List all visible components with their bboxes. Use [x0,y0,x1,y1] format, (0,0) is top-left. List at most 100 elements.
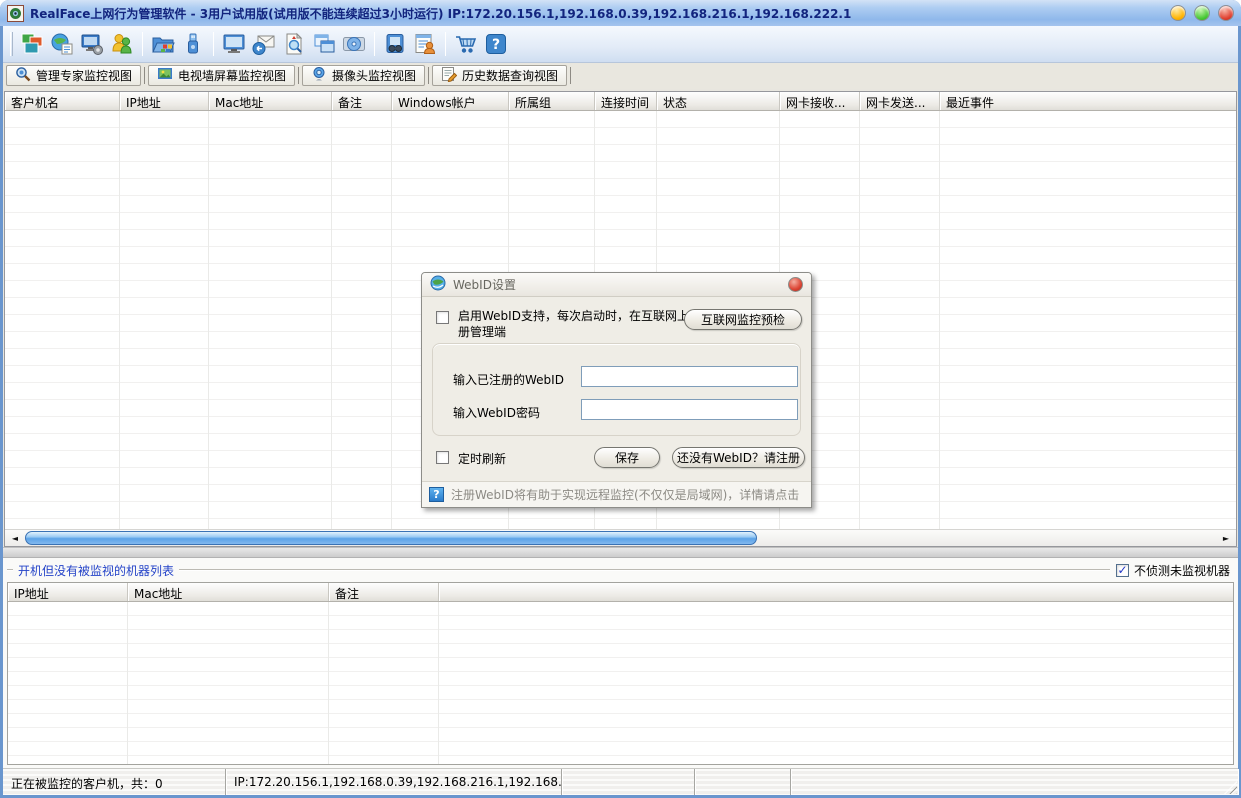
cd-drive-icon[interactable] [339,30,369,58]
splitter[interactable] [3,547,1238,558]
history-query-icon [441,66,457,85]
column-header-recent-event[interactable]: 最近事件 [940,92,1236,110]
scrollbar-thumb[interactable] [25,531,757,545]
tab-bar: 管理专家监控视图 电视墙屏幕监控视图 摄像头监控视图 历史数据查询视图 [3,63,1238,89]
timed-refresh-checkbox[interactable] [436,451,449,464]
toolbar-separator [374,32,375,56]
dialog-titlebar[interactable]: WebID设置 [422,273,811,297]
dialog-close-button[interactable] [788,277,803,292]
scroll-left-arrow-icon[interactable]: ◄ [7,530,23,546]
users-icon[interactable] [107,30,137,58]
column-header-ip[interactable]: IP地址 [8,583,128,601]
tab-expert-monitor-view[interactable]: 管理专家监控视图 [6,65,141,86]
unmonitored-machines-panel: 开机但没有被监视的机器列表 ✓ 不侦测未监视机器 IP地址 Mac地址 备注 [3,558,1238,768]
layered-windows-icon[interactable] [17,30,47,58]
maximize-button[interactable] [1194,5,1210,21]
dialog-info-strip: ? 注册WebID将有助于实现远程监控(不仅仅是局域网)，详情请点击 [422,481,811,507]
column-header-empty[interactable] [439,583,1233,601]
status-bar: 正在被监控的客户机，共：0 IP:172.20.156.1,192.168.0.… [3,768,1238,795]
webid-input-label: 输入已注册的WebID [453,371,564,388]
tab-separator [570,67,571,84]
unmonitored-machines-table: IP地址 Mac地址 备注 [7,582,1234,765]
tab-separator [428,67,429,84]
save-button[interactable]: 保存 [594,447,660,468]
column-header-mac[interactable]: Mac地址 [128,583,329,601]
tv-wall-icon [157,66,173,85]
column-header-ip[interactable]: IP地址 [120,92,209,110]
column-header-status[interactable]: 状态 [657,92,780,110]
search-doc-icon[interactable] [279,30,309,58]
table-header-row: 客户机名 IP地址 Mac地址 备注 Windows帐户 所属组 连接时间 状态… [5,92,1236,111]
svg-text:?: ? [492,37,500,53]
webid-input[interactable] [581,366,798,387]
toolbar-separator [142,32,143,56]
tab-label: 电视墙屏幕监控视图 [178,67,286,84]
toolbar-separator [213,32,214,56]
mail-reply-icon[interactable] [249,30,279,58]
enable-webid-checkbox[interactable] [436,311,449,324]
hide-unmonitored-checkbox-row: ✓ 不侦测未监视机器 [1116,562,1230,579]
checkmark-icon: ✓ [1117,565,1127,576]
status-monitored-count: 正在被监控的客户机，共：0 [3,769,226,795]
toolbar: ? [3,26,1238,63]
status-panel [791,769,1238,795]
close-button[interactable] [1218,5,1234,21]
globe-icon [430,275,446,294]
tab-separator [144,67,145,84]
tab-label: 历史数据查询视图 [462,67,558,84]
toolbar-separator [445,32,446,56]
hide-unmonitored-label: 不侦测未监视机器 [1134,562,1230,579]
contacts-book-icon[interactable] [380,30,410,58]
internet-precheck-button[interactable]: 互联网监控预检 [684,309,802,330]
scroll-right-arrow-icon[interactable]: ► [1218,530,1234,546]
camera-icon [311,66,327,85]
hide-unmonitored-checkbox[interactable]: ✓ [1116,564,1129,577]
column-header-client-name[interactable]: 客户机名 [5,92,120,110]
usb-key-icon[interactable] [178,30,208,58]
tab-history-query-view[interactable]: 历史数据查询视图 [432,65,567,86]
app-window: RealFace上网行为管理软件 - 3用户试用版(试用版不能连续超过3小时运行… [0,0,1241,798]
status-panel [695,769,791,795]
titlebar[interactable]: RealFace上网行为管理软件 - 3用户试用版(试用版不能连续超过3小时运行… [0,0,1241,26]
tab-separator [298,67,299,84]
minimize-button[interactable] [1170,5,1186,21]
tab-tv-wall-view[interactable]: 电视墙屏幕监控视图 [148,65,295,86]
status-ip-list: IP:172.20.156.1,192.168.0.39,192.168.216… [226,769,562,795]
user-list-icon[interactable] [410,30,440,58]
timed-refresh-label: 定时刷新 [458,450,506,467]
app-icon [7,5,24,22]
column-header-mac[interactable]: Mac地址 [209,92,332,110]
webid-password-input[interactable] [581,399,798,420]
enable-webid-label: 启用WebID支持，每次启动时，在互联网上注册管理端 [458,308,706,340]
column-header-remark[interactable]: 备注 [332,92,392,110]
table-header-row: IP地址 Mac地址 备注 [8,583,1233,602]
monitor-icon[interactable] [219,30,249,58]
tab-label: 管理专家监控视图 [36,67,132,84]
tab-camera-view[interactable]: 摄像头监控视图 [302,65,425,86]
register-webid-button[interactable]: 还没有WebID？请注册 [672,447,805,468]
shopping-cart-icon[interactable] [451,30,481,58]
column-header-nic-recv[interactable]: 网卡接收... [780,92,860,110]
panel-legend-row: 开机但没有被监视的机器列表 ✓ 不侦测未监视机器 [7,558,1234,582]
table-body [8,602,1233,764]
column-header-group[interactable]: 所属组 [509,92,595,110]
window-title: RealFace上网行为管理软件 - 3用户试用版(试用版不能连续超过3小时运行… [30,5,851,22]
horizontal-scrollbar[interactable]: ◄ ► [5,529,1236,546]
webid-groupbox: 输入已注册的WebID 输入WebID密码 [432,343,801,436]
copy-windows-icon[interactable] [309,30,339,58]
globe-list-icon[interactable] [47,30,77,58]
column-header-connect-time[interactable]: 连接时间 [595,92,657,110]
dialog-info-text[interactable]: 注册WebID将有助于实现远程监控(不仅仅是局域网)，详情请点击 [451,486,799,503]
panel-legend: 开机但没有被监视的机器列表 [18,562,174,579]
column-header-remark[interactable]: 备注 [329,583,439,601]
help-icon[interactable]: ? [481,30,511,58]
monitor-gear-icon[interactable] [77,30,107,58]
password-input-label: 输入WebID密码 [453,404,540,421]
toolbar-handle[interactable] [10,32,13,56]
folder-apps-icon[interactable] [148,30,178,58]
status-panel [562,769,695,795]
column-header-nic-send[interactable]: 网卡发送... [860,92,940,110]
magnifier-monitor-icon [15,66,31,85]
tab-label: 摄像头监控视图 [332,67,416,84]
column-header-windows-account[interactable]: Windows帐户 [392,92,509,110]
